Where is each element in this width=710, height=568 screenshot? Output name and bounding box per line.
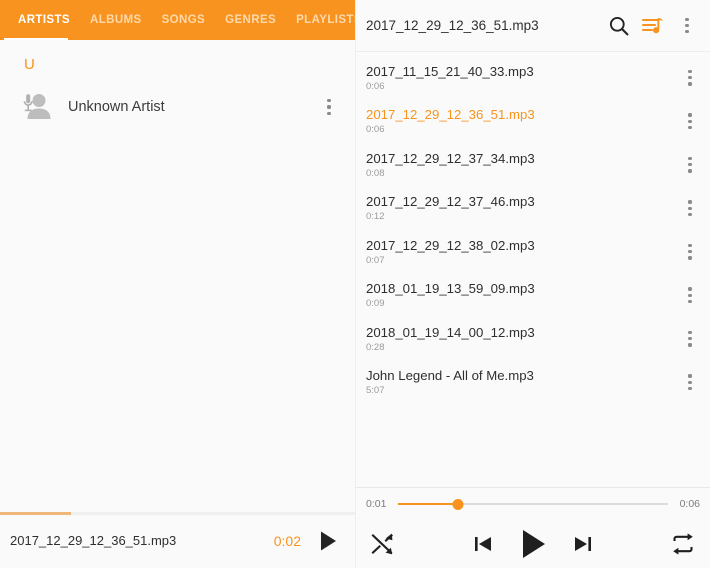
track-duration-label: 0:06 (366, 80, 385, 92)
track-row[interactable]: 2018_01_19_14_00_12.mp3 0:28 (356, 317, 710, 361)
artists-list: U Unknown Artist (0, 40, 355, 512)
track-name-label: 2017_12_29_12_38_02.mp3 (366, 237, 535, 253)
artist-name-label: Unknown Artist (68, 99, 165, 115)
shuffle-icon[interactable] (370, 531, 396, 557)
play-icon[interactable] (518, 528, 548, 560)
player-controls: 0:01 0:06 (356, 487, 710, 568)
track-name-label: 2017_12_29_12_37_46.mp3 (366, 194, 535, 210)
track-duration-label: 0:12 (366, 211, 385, 223)
skip-next-icon[interactable] (572, 533, 594, 555)
mini-player-play-icon[interactable] (315, 528, 341, 554)
track-overflow-menu-icon[interactable] (674, 317, 706, 361)
tab-artists[interactable]: ARTISTS (8, 0, 80, 40)
artist-row-unknown-artist[interactable]: Unknown Artist (0, 81, 355, 133)
track-text: 2017_12_29_12_38_02.mp3 0:07 (366, 238, 674, 266)
track-text: 2017_12_29_12_36_51.mp3 0:06 (366, 107, 674, 135)
seek-fill (398, 503, 458, 505)
tab-albums[interactable]: ALBUMS (80, 0, 152, 40)
queue-track-list: 2017_11_15_21_40_33.mp3 0:06 2017_12_29_12… (356, 52, 710, 487)
library-tab-bar: ARTISTS ALBUMS SONGS GENRES PLAYLISTS (0, 0, 362, 40)
track-text: 2018_01_19_14_00_12.mp3 0:28 (366, 325, 674, 353)
track-row[interactable]: 2018_01_19_13_59_09.mp3 0:09 (356, 274, 710, 318)
track-duration-label: 0:07 (366, 254, 385, 266)
tab-songs[interactable]: SONGS (152, 0, 216, 40)
track-overflow-menu-icon[interactable] (674, 186, 706, 230)
track-duration-label: 5:07 (366, 385, 385, 397)
now-playing-queue-pane: 2017_12_29_12_36_51.mp3 2017_11_15_21_40… (355, 0, 710, 568)
track-text: 2018_01_19_13_59_09.mp3 0:09 (366, 281, 674, 309)
track-row[interactable]: 2017_12_29_12_36_51.mp3 0:06 (356, 100, 710, 144)
track-text: 2017_11_15_21_40_33.mp3 0:06 (366, 64, 674, 92)
library-pane: ARTISTS ALBUMS SONGS GENRES PLAYLISTS U (0, 0, 362, 568)
repeat-icon[interactable] (670, 531, 696, 557)
track-text: 2017_12_29_12_37_34.mp3 0:08 (366, 151, 674, 179)
seek-thumb[interactable] (452, 498, 464, 510)
playlist-queue-icon[interactable] (636, 6, 670, 46)
track-name-label: 2017_12_29_12_37_34.mp3 (366, 150, 535, 166)
music-player-app: ARTISTS ALBUMS SONGS GENRES PLAYLISTS U (0, 0, 710, 568)
mini-player-progress-bar[interactable] (0, 512, 355, 515)
artist-overflow-menu-icon[interactable] (313, 85, 345, 129)
track-overflow-menu-icon[interactable] (674, 99, 706, 143)
main-transport-group (396, 528, 670, 560)
track-row[interactable]: John Legend - All of Me.mp3 5:07 (356, 361, 710, 405)
mini-player-progress-fill (0, 512, 71, 515)
track-row[interactable]: 2017_11_15_21_40_33.mp3 0:06 (356, 56, 710, 100)
track-overflow-menu-icon[interactable] (674, 230, 706, 274)
seek-total-time: 0:06 (679, 498, 700, 510)
overflow-menu-dots (671, 4, 703, 48)
track-overflow-menu-icon[interactable] (674, 143, 706, 187)
queue-header: 2017_12_29_12_36_51.mp3 (356, 0, 710, 52)
track-overflow-menu-icon[interactable] (674, 56, 706, 100)
artist-section-header: U (24, 56, 36, 73)
track-row[interactable]: 2017_12_29_12_38_02.mp3 0:07 (356, 230, 710, 274)
mini-player-elapsed-time: 0:02 (273, 532, 301, 549)
tab-genres[interactable]: GENRES (215, 0, 286, 40)
track-row[interactable]: 2017_12_29_12_37_34.mp3 0:08 (356, 143, 710, 187)
track-text: John Legend - All of Me.mp3 5:07 (366, 368, 674, 396)
track-name-label: 2017_11_15_21_40_33.mp3 (366, 63, 534, 79)
skip-previous-icon[interactable] (472, 533, 494, 555)
artist-microphone-icon (18, 90, 52, 124)
track-duration-label: 0:08 (366, 167, 385, 179)
track-name-label: 2018_01_19_14_00_12.mp3 (366, 324, 535, 340)
queue-overflow-menu-icon[interactable] (670, 6, 704, 46)
track-overflow-menu-icon[interactable] (674, 273, 706, 317)
seek-bar[interactable] (398, 496, 668, 512)
track-overflow-menu-icon[interactable] (674, 360, 706, 404)
track-duration-label: 0:09 (366, 298, 385, 310)
transport-controls (356, 520, 710, 568)
track-text: 2017_12_29_12_37_46.mp3 0:12 (366, 194, 674, 222)
track-row[interactable]: 2017_12_29_12_37_46.mp3 0:12 (356, 187, 710, 231)
mini-player-bar: 2017_12_29_12_36_51.mp3 0:02 (0, 512, 355, 568)
track-name-label: John Legend - All of Me.mp3 (366, 368, 534, 384)
mini-player-track-title: 2017_12_29_12_36_51.mp3 (10, 533, 177, 548)
track-duration-label: 0:06 (366, 124, 385, 136)
seek-elapsed-time: 0:01 (366, 498, 387, 510)
track-name-label: 2017_12_29_12_36_51.mp3 (366, 107, 535, 123)
track-duration-label: 0:28 (366, 341, 385, 353)
seek-row: 0:01 0:06 (356, 488, 710, 520)
track-name-label: 2018_01_19_13_59_09.mp3 (366, 281, 535, 297)
search-icon[interactable] (602, 6, 636, 46)
queue-header-title: 2017_12_29_12_36_51.mp3 (366, 18, 539, 33)
